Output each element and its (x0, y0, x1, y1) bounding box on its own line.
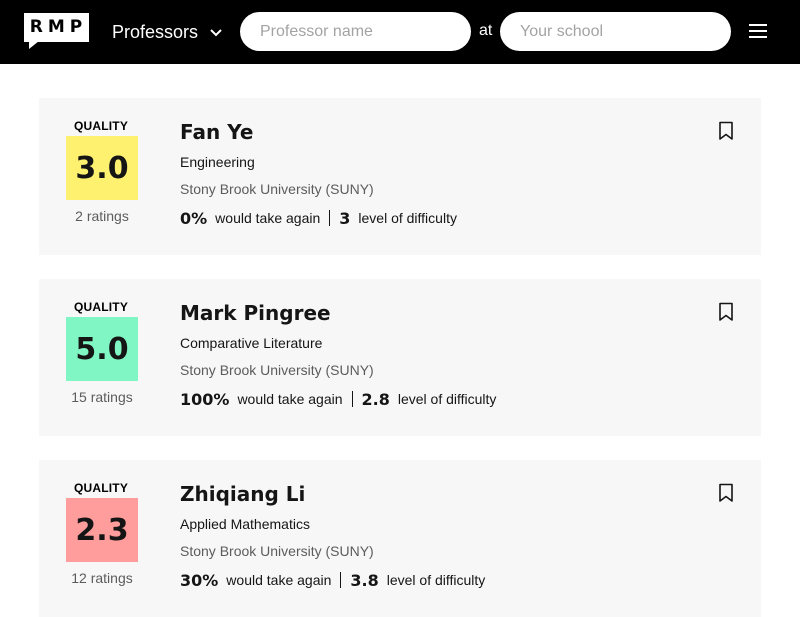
stat-divider (340, 572, 342, 588)
professor-stats: 30% would take again 3.8 level of diffic… (180, 570, 485, 590)
quality-score: 2.3 (66, 498, 138, 562)
would-take-again-label: would take again (226, 572, 332, 588)
quality-score: 3.0 (66, 136, 138, 200)
difficulty-value: 3 (339, 208, 351, 228)
difficulty-value: 2.8 (361, 389, 390, 409)
stat-divider (329, 210, 331, 226)
rmp-logo[interactable]: RMP (24, 13, 89, 49)
professor-stats: 0% would take again 3 level of difficult… (180, 208, 457, 228)
quality-label: QUALITY (73, 300, 129, 314)
top-nav-bar: RMP Professors at (0, 0, 800, 64)
logo-text: RMP (29, 17, 88, 37)
professor-school: Stony Brook University (SUNY) (180, 543, 374, 559)
bookmark-icon[interactable] (718, 302, 734, 322)
difficulty-value: 3.8 (350, 570, 379, 590)
would-take-again-value: 30% (180, 570, 219, 590)
professor-school: Stony Brook University (SUNY) (180, 181, 374, 197)
bookmark-icon[interactable] (718, 483, 734, 503)
professor-school: Stony Brook University (SUNY) (180, 362, 374, 378)
bookmark-icon[interactable] (718, 121, 734, 141)
would-take-again-value: 0% (180, 208, 208, 228)
would-take-again-label: would take again (215, 210, 321, 226)
professor-card[interactable]: QUALITY 2.3 12 ratings Zhiqiang Li Appli… (39, 460, 761, 617)
logo-speech-tail (29, 41, 39, 49)
professor-department: Engineering (180, 154, 255, 170)
difficulty-label: level of difficulty (397, 391, 497, 407)
professor-name: Mark Pingree (180, 301, 331, 325)
chevron-down-icon (210, 29, 222, 37)
difficulty-label: level of difficulty (358, 210, 457, 226)
quality-label: QUALITY (73, 119, 129, 133)
hamburger-menu-icon[interactable] (749, 24, 767, 40)
difficulty-label: level of difficulty (386, 572, 486, 588)
would-take-again-value: 100% (180, 389, 230, 409)
stat-divider (351, 391, 353, 407)
professor-name: Fan Ye (180, 120, 254, 144)
ratings-count: 2 ratings (75, 208, 129, 224)
quality-label: QUALITY (73, 481, 129, 495)
search-type-label: Professors (112, 21, 199, 42)
at-label: at (479, 22, 493, 39)
professor-department: Applied Mathematics (180, 516, 310, 532)
professor-card[interactable]: QUALITY 5.0 15 ratings Mark Pingree Comp… (39, 279, 761, 436)
professor-search-input[interactable] (240, 12, 471, 51)
professor-card[interactable]: QUALITY 3.0 2 ratings Fan Ye Engineering… (39, 98, 761, 255)
quality-score: 5.0 (66, 317, 138, 381)
would-take-again-label: would take again (237, 391, 343, 407)
school-search-input[interactable] (500, 12, 731, 51)
professor-name: Zhiqiang Li (180, 482, 306, 506)
ratings-count: 15 ratings (71, 389, 133, 405)
professor-stats: 100% would take again 2.8 level of diffi… (180, 389, 496, 409)
search-type-dropdown[interactable]: Professors (112, 20, 224, 44)
ratings-count: 12 ratings (71, 570, 133, 586)
professor-department: Comparative Literature (180, 335, 323, 351)
